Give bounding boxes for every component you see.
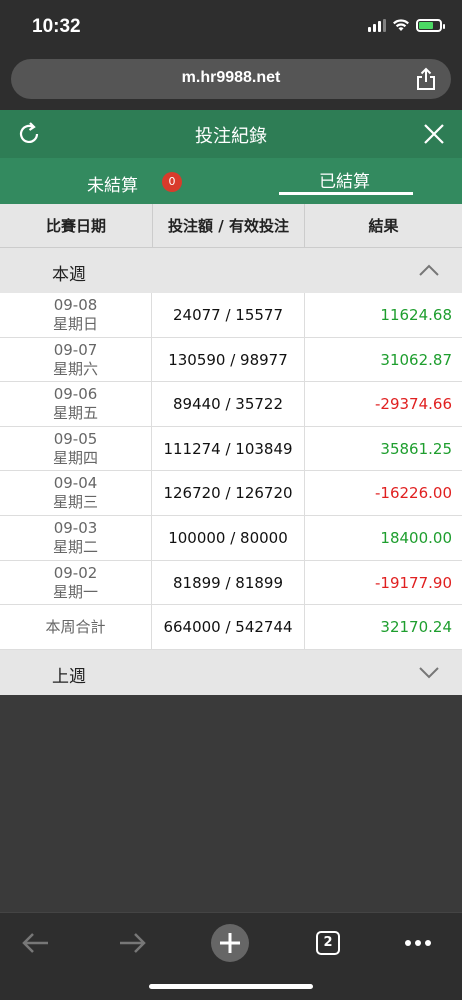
tab-count: 2 [323, 935, 333, 950]
unsettled-count-badge: 0 [162, 172, 182, 192]
tab-unsettled[interactable]: 未結算 0 [0, 158, 231, 204]
row-date: 09-04 [53, 474, 98, 493]
table-row: 09-05 星期四 111274 / 103849 35861.25 [0, 426, 462, 472]
share-icon[interactable] [415, 67, 437, 91]
date-cell: 09-03 星期二 [0, 515, 152, 560]
status-tabs: 未結算 0 已結算 [0, 158, 462, 204]
battery-icon [416, 18, 445, 32]
table-row: 09-07 星期六 130590 / 98977 31062.87 [0, 337, 462, 383]
table-row: 09-03 星期二 100000 / 80000 18400.00 [0, 515, 462, 561]
date-cell: 09-08 星期日 [0, 293, 152, 337]
date-cell: 09-05 星期四 [0, 426, 152, 471]
address-bar[interactable]: m.hr9988.net [11, 59, 451, 99]
row-date: 09-06 [53, 385, 98, 404]
tab-unsettled-label: 未結算 [87, 176, 138, 196]
row-weekday: 星期六 [52, 359, 98, 378]
row-amount: 24077 / 15577 [152, 293, 305, 337]
row-weekday: 星期二 [52, 537, 98, 556]
total-label-cell: 本周合計 [0, 605, 152, 649]
total-amount: 664000 / 542744 [152, 605, 305, 649]
table-row: 09-08 星期日 24077 / 15577 11624.68 [0, 293, 462, 338]
total-result: 32170.24 [380, 618, 452, 637]
back-arrow-icon[interactable] [16, 923, 56, 963]
status-bar: 10:32 [0, 0, 462, 52]
cellular-signal-icon [368, 18, 386, 32]
date-cell: 09-06 星期五 [0, 382, 152, 426]
forward-arrow-icon[interactable] [112, 923, 152, 963]
this-week-table: 09-08 星期日 24077 / 15577 11624.68 09-07 星… [0, 293, 462, 650]
row-weekday: 星期三 [52, 493, 98, 512]
row-amount: 126720 / 126720 [152, 471, 305, 515]
browser-address-area: m.hr9988.net [0, 52, 462, 110]
table-header: 比賽日期 投注額 / 有效投注 結果 [0, 204, 462, 248]
url-text[interactable]: m.hr9988.net [11, 69, 451, 87]
row-amount: 81899 / 81899 [152, 560, 305, 605]
tabs-icon: 2 [316, 931, 340, 955]
row-amount: 100000 / 80000 [152, 515, 305, 560]
row-amount: 111274 / 103849 [152, 426, 305, 471]
new-tab-plus-icon[interactable] [210, 923, 250, 963]
tab-settled[interactable]: 已結算 [231, 158, 462, 204]
close-icon[interactable] [422, 122, 446, 146]
tabs-button[interactable]: 2 [308, 923, 348, 963]
row-date: 09-03 [53, 518, 98, 537]
row-date: 09-07 [53, 340, 98, 359]
app-header: 投注紀錄 [0, 110, 462, 158]
column-header-amount: 投注額 / 有效投注 [152, 204, 305, 248]
row-date: 09-02 [53, 563, 98, 582]
total-row: 本周合計 664000 / 542744 32170.24 [0, 605, 462, 650]
row-result: -16226.00 [375, 484, 452, 503]
section-last-week[interactable]: 上週 [0, 650, 462, 695]
table-row: 09-02 星期一 81899 / 81899 -19177.90 [0, 560, 462, 606]
column-header-result: 結果 [368, 217, 399, 235]
row-result: 11624.68 [380, 306, 452, 324]
active-tab-indicator [279, 192, 413, 195]
status-icons [368, 18, 445, 32]
status-time: 10:32 [32, 16, 81, 37]
row-amount: 130590 / 98977 [152, 337, 305, 382]
section-this-week[interactable]: 本週 [0, 248, 462, 293]
date-cell: 09-02 星期一 [0, 560, 152, 605]
row-result: 18400.00 [380, 528, 452, 547]
table-row: 09-06 星期五 89440 / 35722 -29374.66 [0, 382, 462, 427]
row-weekday: 星期四 [52, 448, 98, 467]
date-cell: 09-04 星期三 [0, 471, 152, 515]
row-result: 35861.25 [380, 439, 452, 458]
row-amount: 89440 / 35722 [152, 382, 305, 426]
row-date: 09-05 [53, 429, 98, 448]
row-weekday: 星期日 [52, 315, 98, 333]
date-cell: 09-07 星期六 [0, 337, 152, 382]
row-result: -29374.66 [375, 395, 452, 414]
chevron-down-icon [419, 667, 439, 679]
row-result: -19177.90 [375, 573, 452, 592]
section-last-week-title: 上週 [52, 667, 86, 687]
wifi-icon [393, 19, 409, 31]
row-result: 31062.87 [380, 350, 452, 369]
page-title: 投注紀錄 [195, 126, 267, 147]
home-indicator [149, 984, 313, 989]
table-row: 09-04 星期三 126720 / 126720 -16226.00 [0, 471, 462, 516]
row-date: 09-08 [53, 296, 98, 314]
total-label: 本周合計 [45, 618, 106, 637]
row-weekday: 星期五 [52, 404, 98, 423]
chevron-up-icon [419, 264, 439, 276]
column-header-date: 比賽日期 [45, 217, 106, 235]
row-weekday: 星期一 [52, 582, 98, 601]
tab-settled-label: 已結算 [319, 172, 370, 192]
section-this-week-title: 本週 [52, 265, 86, 285]
more-menu-icon[interactable] [398, 923, 438, 963]
